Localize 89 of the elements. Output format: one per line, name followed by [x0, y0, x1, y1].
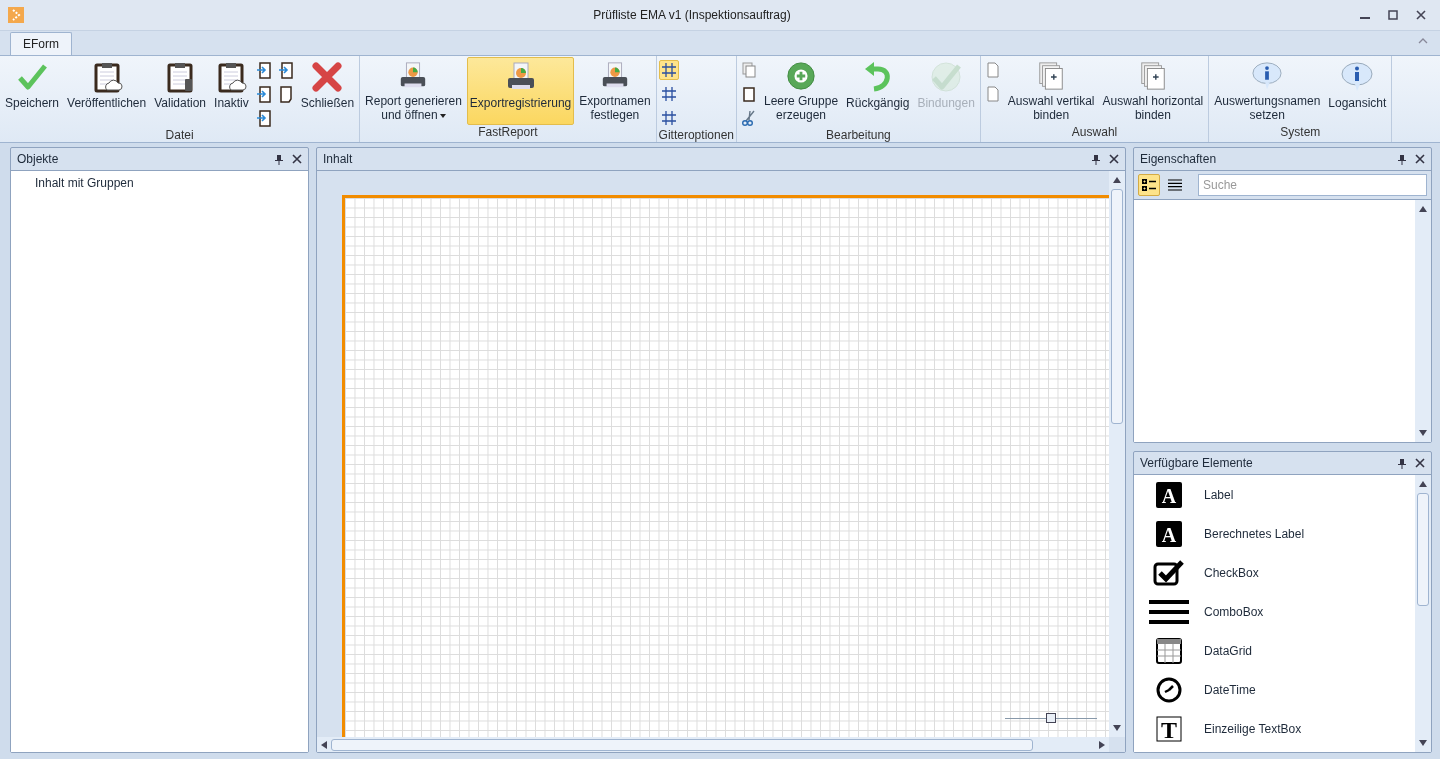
scroll-left-icon[interactable]	[321, 740, 327, 749]
page-icon	[984, 86, 1001, 102]
info-bubble-icon	[1341, 61, 1374, 93]
ribbon-button[interactable]: Veröffentlichen	[64, 57, 150, 125]
page-icon	[984, 62, 1001, 78]
list-icon	[1168, 179, 1182, 191]
scrollbar[interactable]	[1415, 200, 1431, 442]
scrollbar[interactable]	[1415, 475, 1431, 752]
clock-icon	[1156, 676, 1182, 703]
clipboard-arrow-icon	[277, 61, 294, 79]
window-title: Prüfliste EMA v1 (Inspektionsauftrag)	[592, 8, 792, 22]
element-item[interactable]: DateTime	[1134, 670, 1415, 709]
info-bubble-icon	[1251, 61, 1284, 91]
clipboard-arrow-icon	[255, 61, 272, 79]
pin-icon[interactable]	[274, 153, 284, 165]
ribbon-button[interactable]: Validation	[151, 57, 210, 125]
letter-icon: A	[1156, 520, 1182, 547]
categorized-list-icon	[1141, 177, 1157, 193]
element-item[interactable]: CheckBox	[1134, 553, 1415, 592]
element-item[interactable]: ComboBox	[1134, 592, 1415, 631]
close-icon[interactable]	[1415, 458, 1425, 468]
group-label: Auswahl	[1070, 125, 1119, 141]
categorized-view-button[interactable]	[1138, 174, 1160, 196]
element-item[interactable]: T Einzeilige TextBox	[1134, 709, 1415, 748]
grid-icon	[660, 86, 677, 102]
clipboard-arrow-icon	[255, 85, 272, 103]
clipboard-icon	[277, 85, 294, 103]
close-icon[interactable]	[1109, 154, 1119, 164]
zoom-slider[interactable]	[1005, 713, 1097, 725]
ribbon-button[interactable]: Exportnamen festlegen	[576, 57, 654, 125]
text-box-icon: T	[1156, 715, 1182, 742]
group-label: System	[1279, 125, 1322, 141]
search-field[interactable]: Suche	[1198, 174, 1427, 196]
panel-title: Eigenschaften	[1140, 152, 1218, 166]
panel-title: Verfügbare Elemente	[1140, 456, 1254, 470]
ribbon-button[interactable]: Auswahl vertikal binden	[1004, 57, 1098, 125]
grid-icon	[660, 62, 677, 78]
app-logo-icon	[8, 7, 24, 23]
close-icon[interactable]	[1415, 154, 1425, 164]
maximize-icon[interactable]	[1388, 10, 1398, 20]
scrollbar[interactable]	[1109, 171, 1125, 737]
ribbon-button[interactable]: Leere Gruppe erzeugen	[761, 57, 842, 125]
scroll-up-icon[interactable]	[1419, 206, 1427, 212]
paste-icon	[741, 86, 757, 102]
panel-title: Objekte	[17, 152, 60, 166]
ribbon-tab[interactable]: EForm	[10, 32, 72, 55]
checkbox-icon	[1153, 559, 1185, 586]
clipboard-arrow-icon	[255, 109, 272, 127]
tree-item[interactable]: Inhalt mit Gruppen	[33, 175, 136, 191]
collapse-ribbon-icon[interactable]	[1418, 37, 1428, 44]
ribbon-button[interactable]: Schließen	[297, 57, 358, 125]
group-label: FastReport	[477, 125, 539, 141]
scroll-right-icon[interactable]	[1099, 740, 1105, 749]
close-icon[interactable]	[1416, 10, 1426, 20]
close-icon[interactable]	[292, 154, 302, 164]
scroll-up-icon[interactable]	[1113, 177, 1121, 183]
scissors-icon	[741, 110, 757, 126]
scroll-down-icon[interactable]	[1419, 740, 1427, 746]
pin-icon[interactable]	[1091, 153, 1101, 165]
panel-title: Inhalt	[323, 152, 354, 166]
grid-icon	[660, 110, 677, 126]
scroll-down-icon[interactable]	[1419, 430, 1427, 436]
ribbon-button[interactable]: Inaktiv	[211, 57, 252, 125]
ribbon-button[interactable]: Speichern	[2, 57, 63, 125]
element-item[interactable]: A Label	[1134, 475, 1415, 514]
ribbon-button[interactable]: Report generieren und öffnen	[362, 57, 465, 125]
group-label: Gitteroptionen	[658, 128, 734, 143]
group-label: Datei	[164, 128, 195, 143]
group-label: Bearbeitung	[825, 128, 892, 143]
copy-icon	[741, 62, 757, 78]
letter-icon: A	[1156, 481, 1182, 508]
table-icon	[1156, 637, 1182, 664]
lines-icon	[1149, 598, 1189, 625]
ribbon-button[interactable]: Exportregistrierung	[466, 57, 575, 125]
ribbon-button[interactable]: Logansicht	[1325, 57, 1390, 125]
element-item[interactable]: DataGrid	[1134, 631, 1415, 670]
checkmark-icon	[930, 61, 963, 93]
pin-icon[interactable]	[1397, 153, 1407, 165]
scroll-up-icon[interactable]	[1419, 481, 1427, 487]
ribbon-button[interactable]: Auswertungsnamen setzen	[1211, 57, 1324, 125]
pin-icon[interactable]	[1397, 457, 1407, 469]
scroll-down-icon[interactable]	[1113, 725, 1121, 731]
element-item[interactable]: A Berechnetes Label	[1134, 514, 1415, 553]
plus-circle-icon	[785, 61, 818, 91]
close-icon	[311, 61, 344, 93]
grid-toggle[interactable]	[658, 60, 679, 80]
ribbon-button[interactable]: Rückgängig	[843, 57, 913, 125]
scrollbar[interactable]	[317, 737, 1109, 752]
ribbon-button[interactable]: Auswahl horizontal binden	[1099, 57, 1207, 125]
